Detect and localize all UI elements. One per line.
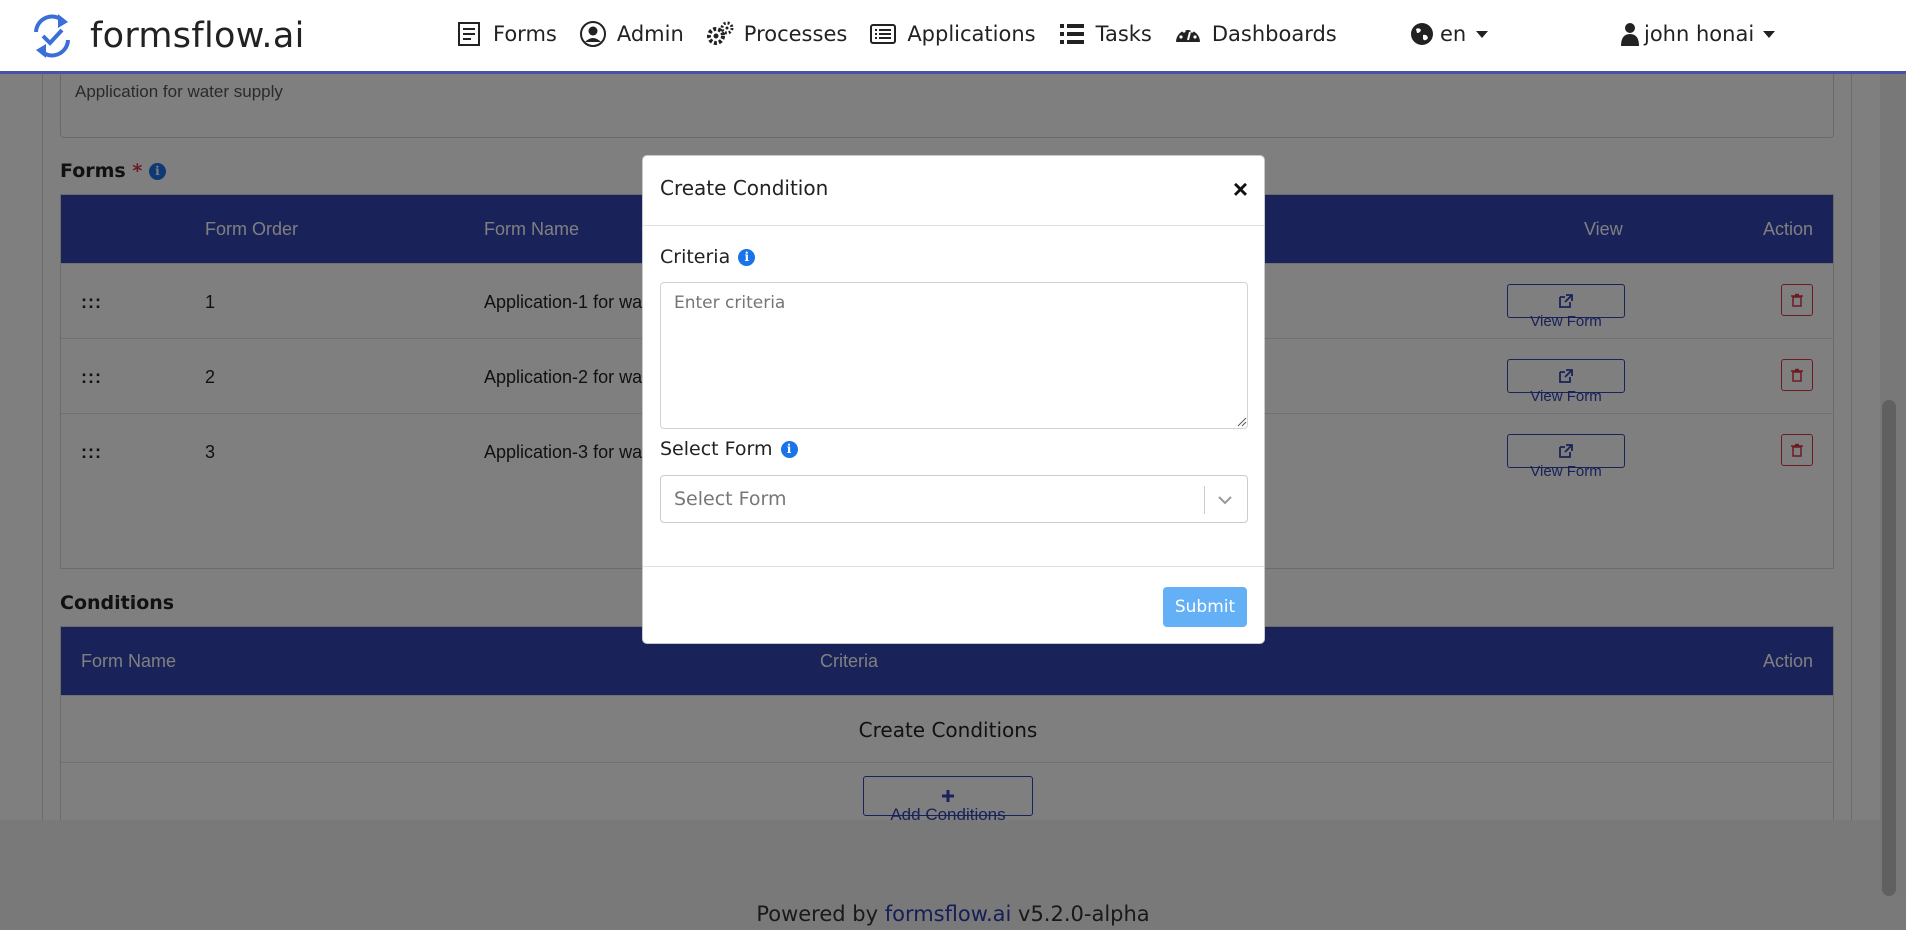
dashboards-icon	[1175, 29, 1200, 42]
chevron-down-icon	[1476, 30, 1489, 38]
nav-forms[interactable]: Forms	[455, 20, 557, 48]
nav-applications[interactable]: Applications	[869, 20, 1036, 48]
user-icon	[1621, 23, 1639, 46]
submit-button[interactable]: Submit	[1163, 587, 1247, 627]
top-navbar: formsflow.ai Forms Admin Processes Appli…	[0, 0, 1906, 74]
language-selector[interactable]: en	[1410, 22, 1489, 46]
resize-handle-icon[interactable]	[1235, 415, 1247, 427]
user-menu[interactable]: john honai	[1621, 22, 1776, 46]
info-icon[interactable]: i	[780, 440, 798, 458]
nav-tasks[interactable]: Tasks	[1058, 20, 1152, 48]
brand-name: formsflow.ai	[90, 16, 305, 56]
nav-tasks-label: Tasks	[1095, 22, 1152, 46]
applications-icon	[870, 24, 897, 44]
criteria-label: Criteria i	[660, 246, 756, 268]
admin-icon	[579, 21, 606, 47]
language-label: en	[1440, 22, 1467, 46]
close-icon[interactable]: ×	[1233, 174, 1248, 205]
globe-icon	[1411, 23, 1433, 45]
formsflow-logo-icon	[34, 14, 70, 58]
select-form-placeholder: Select Form	[674, 488, 787, 510]
forms-icon	[458, 22, 480, 46]
nav-processes[interactable]: Processes	[706, 20, 848, 48]
tasks-icon	[1059, 24, 1084, 44]
select-form-label: Select Form i	[660, 438, 798, 460]
create-condition-modal: Create Condition × Criteria i Select For…	[642, 155, 1265, 644]
nav-processes-label: Processes	[743, 22, 848, 46]
modal-header: Create Condition ×	[643, 156, 1264, 226]
select-form-label-text: Select Form	[660, 438, 773, 460]
nav-admin-label: Admin	[616, 22, 684, 46]
nav-admin[interactable]: Admin	[579, 20, 684, 48]
criteria-textarea[interactable]	[660, 282, 1248, 429]
chevron-down-icon[interactable]	[1217, 492, 1233, 508]
nav-applications-label: Applications	[907, 22, 1036, 46]
modal-title: Create Condition	[660, 176, 829, 200]
select-form-dropdown[interactable]: Select Form	[660, 475, 1248, 523]
nav-dashboards[interactable]: Dashboards	[1174, 20, 1337, 48]
select-separator	[1204, 486, 1205, 514]
criteria-label-text: Criteria	[660, 246, 731, 268]
info-icon[interactable]: i	[738, 248, 756, 266]
user-name: john honai	[1644, 22, 1755, 46]
nav-forms-label: Forms	[493, 22, 557, 46]
processes-icon	[706, 21, 734, 45]
modal-footer: Submit	[643, 566, 1264, 644]
main-nav: Forms Admin Processes Applications Tasks…	[455, 20, 1337, 48]
chevron-down-icon	[1763, 30, 1776, 38]
nav-dashboards-label: Dashboards	[1211, 22, 1337, 46]
brand[interactable]: formsflow.ai	[28, 10, 305, 62]
